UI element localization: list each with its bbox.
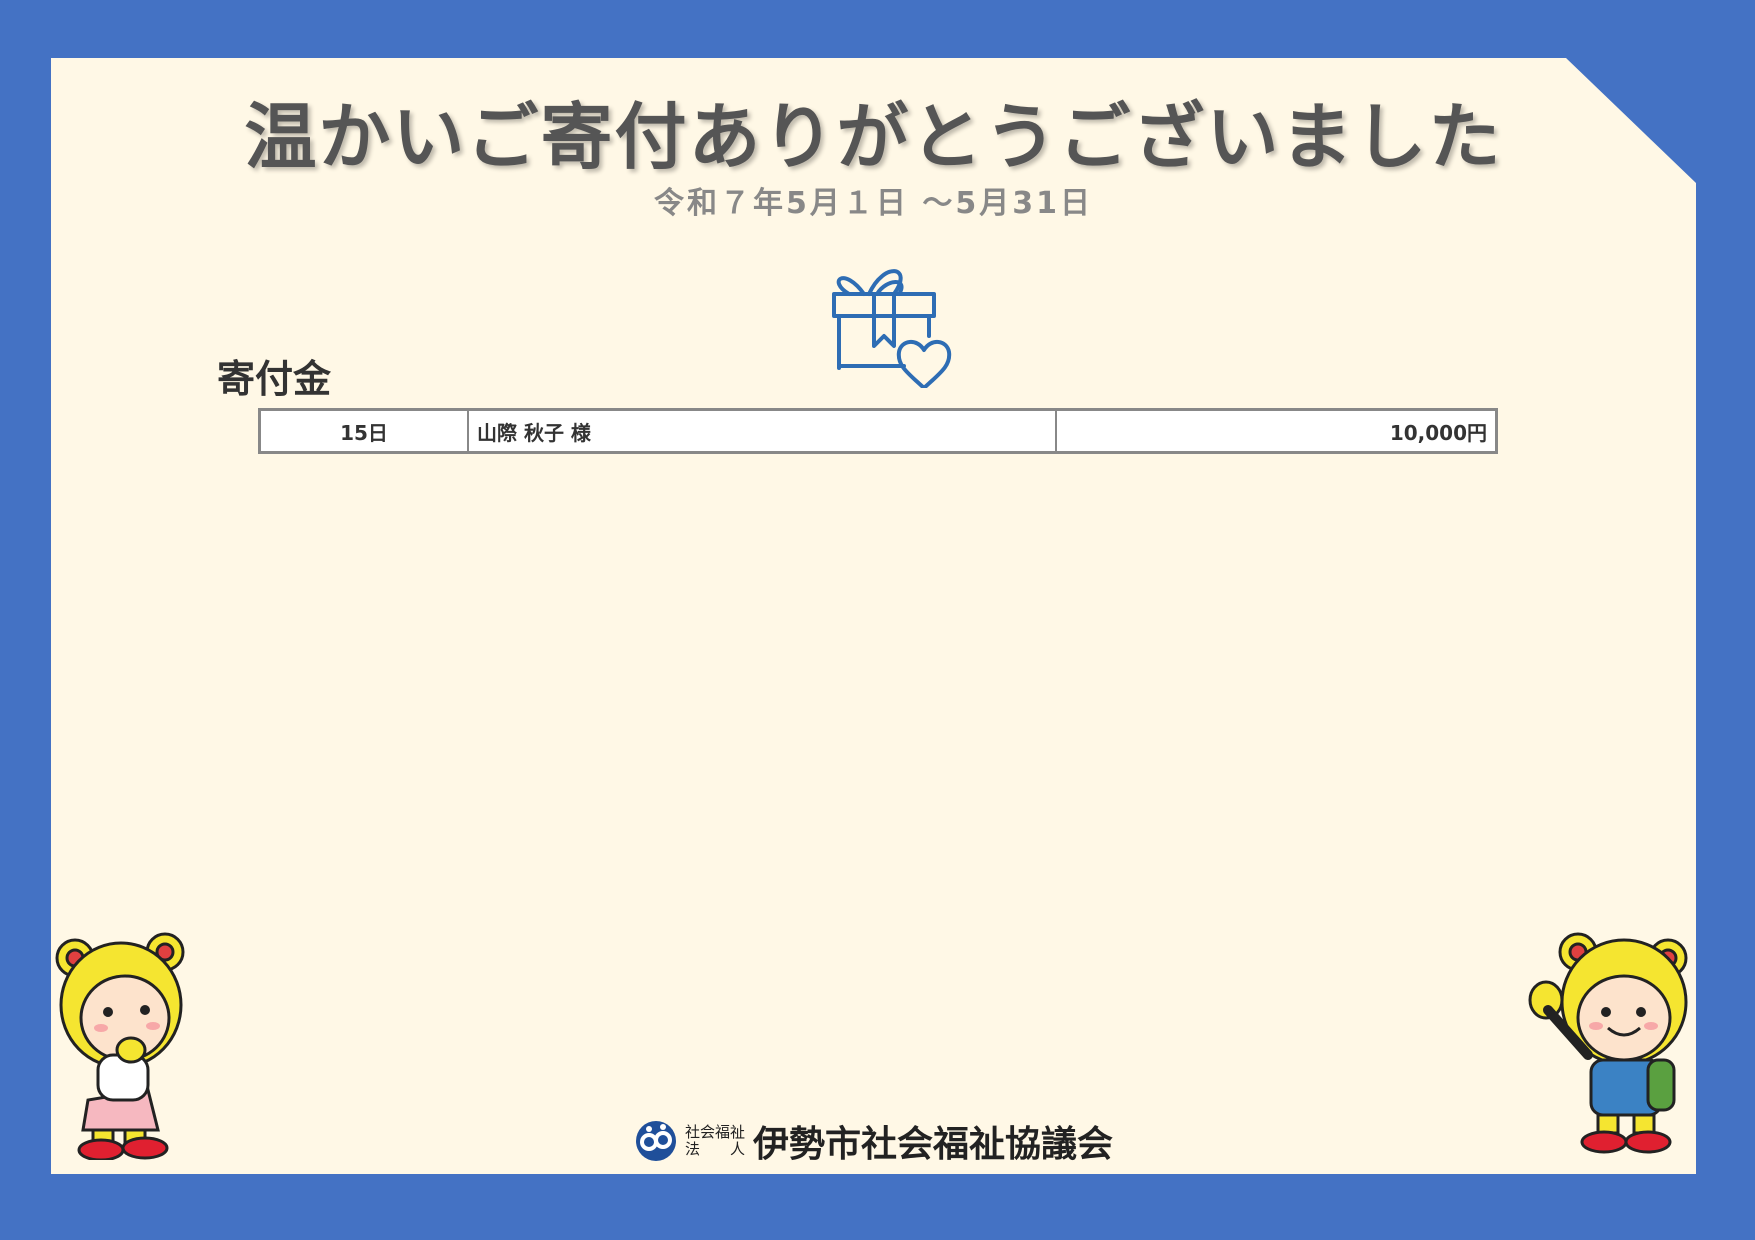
organization-logo-icon [636,1121,676,1161]
donations-table: 15日 山際 秋子 様 10,000円 [258,408,1498,454]
gift-box-with-heart-icon [832,269,952,388]
organization-prefix-line1: 社会福祉 [685,1123,746,1141]
section-heading-donations: 寄付金 [217,357,332,401]
mascot-bear-boy [1528,932,1688,1154]
donor-name: 山際 秋子 様 [467,408,1057,454]
organization-logo: 社会福祉 法 人 伊勢市社会福祉協議会 [635,1116,1113,1166]
date-period: 令和７年5月１日 ～5月31日 [654,186,1093,221]
donation-amount: 10,000円 [1055,408,1498,454]
donation-day: 15日 [258,408,469,454]
mascot-bear-girl [55,932,185,1160]
page-title: 温かいご寄付ありがとうございました [244,95,1503,179]
organization-prefix: 社会福祉 法 人 [685,1124,745,1158]
organization-prefix-line2: 法 人 [685,1140,746,1158]
organization-name: 伊勢市社会福祉協議会 [753,1124,1114,1165]
table-row: 15日 山際 秋子 様 10,000円 [258,408,1498,454]
notice-panel: 温かいご寄付ありがとうございました 令和７年5月１日 ～5月31日 寄付金 15… [51,58,1696,1174]
